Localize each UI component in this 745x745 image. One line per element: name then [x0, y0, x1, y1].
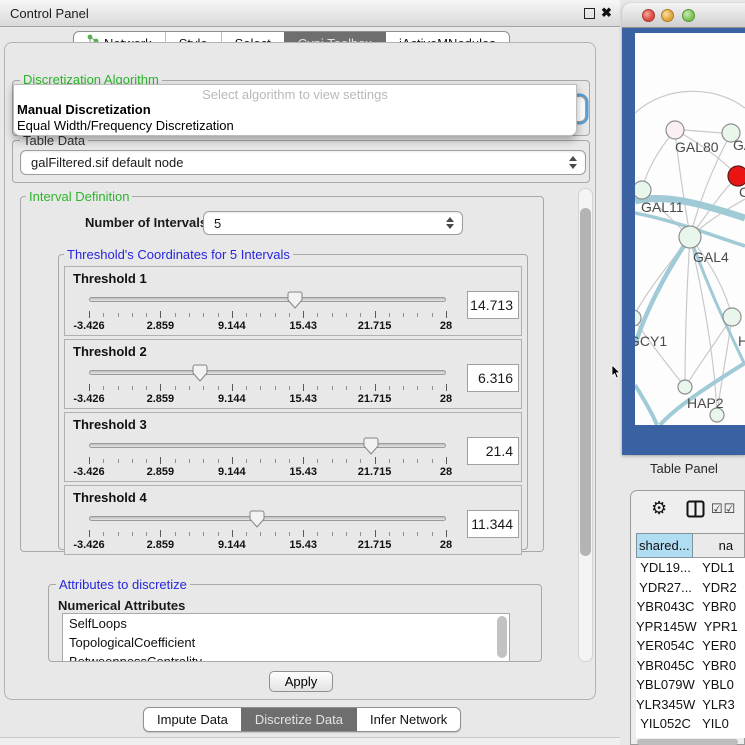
tab-impute-data[interactable]: Impute Data — [144, 708, 241, 731]
list-scrollbar-thumb[interactable] — [497, 616, 507, 658]
slider-track[interactable] — [89, 443, 446, 448]
table-row[interactable]: YPR145WYPR1 — [636, 617, 745, 637]
number-of-intervals-label: Number of Intervals — [85, 215, 207, 230]
slider-tick-labels: -3.4262.8599.14415.4321.71528 — [89, 539, 446, 551]
threshold-3-panel: Threshold 3 -3.4262.8599.14415.4321.7152… — [64, 412, 522, 482]
threshold-3-slider[interactable]: -3.4262.8599.14415.4321.71528 — [89, 437, 446, 479]
bottom-tabbar: Impute Data Discretize Data Infer Networ… — [143, 707, 461, 732]
tab-infer-network[interactable]: Infer Network — [356, 708, 460, 731]
slider-track[interactable] — [89, 297, 446, 302]
slider-ticks — [89, 384, 446, 392]
threshold-4-panel: Threshold 4 -3.4262.8599.14415.4321.7152… — [64, 485, 522, 555]
node-label: C — [739, 184, 745, 200]
algorithm-dropdown-popup: Select algorithm to view settings Manual… — [13, 84, 577, 136]
number-of-intervals-combobox[interactable]: 5 — [203, 211, 463, 235]
slider-thumb[interactable] — [363, 437, 379, 455]
slider-track[interactable] — [89, 370, 446, 375]
horizontal-scrollbar-thumb[interactable] — [637, 739, 738, 745]
threshold-4-slider[interactable]: -3.4262.8599.14415.4321.71528 — [89, 510, 446, 552]
thresholds-group-title: Threshold's Coordinates for 5 Intervals — [64, 247, 293, 262]
column-header-name[interactable]: na — [693, 533, 745, 558]
node-attribute-table[interactable]: shared... na YDL19...YDL1 YDR27...YDR2 Y… — [636, 533, 745, 738]
slider-tick-labels: -3.4262.8599.14415.4321.71528 — [89, 320, 446, 332]
network-view-window[interactable]: GAL80 GAL C GAL11 GAL4 GCY1 HA HAP2 — [622, 3, 745, 455]
node-gal11[interactable] — [635, 181, 651, 199]
control-panel-title: Control Panel — [10, 6, 89, 21]
gear-icon[interactable]: ⚙ — [651, 498, 667, 519]
node-h[interactable] — [723, 308, 741, 326]
popup-placeholder-text: Select algorithm to view settings — [14, 87, 576, 102]
slider-ticks — [89, 457, 446, 465]
minimize-traffic-light-icon[interactable] — [661, 9, 674, 22]
attributes-list[interactable]: SelfLoops TopologicalCoefficient Between… — [62, 613, 510, 662]
table-row[interactable]: YBL079WYBL0 — [636, 675, 745, 695]
node-label: GCY1 — [635, 333, 667, 349]
node-label: HAP2 — [687, 395, 724, 411]
node-gcy1[interactable] — [635, 310, 641, 326]
threshold-1-panel: Threshold 1 -3.4262.8599.14415.4321.7152… — [64, 266, 522, 336]
control-panel-titlebar — [0, 0, 620, 27]
float-window-icon[interactable] — [584, 8, 595, 19]
table-row[interactable]: YBR043CYBR0 — [636, 597, 745, 617]
table-row[interactable]: YDR27...YDR2 — [636, 578, 745, 598]
table-row[interactable]: YDL19...YDL1 — [636, 558, 745, 578]
mouse-cursor — [611, 365, 621, 384]
stepper-arrows-icon — [445, 212, 455, 234]
node-hap2[interactable] — [678, 380, 692, 394]
bottom-strip — [0, 737, 620, 745]
slider-thumb[interactable] — [192, 364, 208, 382]
column-header-shared-name[interactable]: shared... — [636, 533, 693, 558]
node-label: GAL11 — [641, 199, 684, 215]
node-gal4[interactable] — [679, 226, 701, 248]
table-header-row: shared... na — [636, 533, 745, 558]
attributes-group-title: Attributes to discretize — [56, 577, 190, 592]
network-canvas[interactable]: GAL80 GAL C GAL11 GAL4 GCY1 HA HAP2 — [635, 33, 745, 425]
threshold-1-slider[interactable]: -3.4262.8599.14415.4321.71528 — [89, 291, 446, 333]
threshold-3-value[interactable]: 21.4 — [467, 437, 519, 465]
threshold-2-slider[interactable]: -3.4262.8599.14415.4321.71528 — [89, 364, 446, 406]
node-label: GAL80 — [675, 139, 719, 155]
list-item[interactable]: SelfLoops — [63, 614, 509, 633]
threshold-2-panel: Threshold 2 -3.4262.8599.14415.4321.7152… — [64, 339, 522, 409]
node-label: HA — [738, 333, 745, 349]
interval-definition-title: Interval Definition — [26, 189, 132, 204]
numerical-attributes-label: Numerical Attributes — [58, 598, 185, 613]
slider-track[interactable] — [89, 516, 446, 521]
slider-thumb[interactable] — [249, 510, 265, 528]
list-item[interactable]: TopologicalCoefficient — [63, 633, 509, 652]
list-item[interactable]: BetweennessCentrality — [63, 652, 509, 662]
vertical-scrollbar-thumb[interactable] — [580, 208, 591, 556]
apply-button[interactable]: Apply — [269, 671, 333, 692]
node-gal80[interactable] — [666, 121, 684, 139]
table-row[interactable]: YER054CYER0 — [636, 636, 745, 656]
node-red[interactable] — [728, 166, 745, 186]
network-window-titlebar — [622, 3, 745, 28]
popup-item-manual-discretization[interactable]: Manual Discretization — [14, 102, 576, 118]
slider-ticks — [89, 530, 446, 538]
close-traffic-light-icon[interactable] — [642, 9, 655, 22]
close-icon[interactable]: ✖ — [601, 5, 612, 21]
slider-ticks — [89, 311, 446, 319]
network-nodes[interactable] — [635, 121, 745, 422]
table-row[interactable]: YIL052CYIL0 — [636, 714, 745, 734]
popup-item-equal-width-frequency[interactable]: Equal Width/Frequency Discretization — [14, 118, 576, 134]
tab-discretize-data[interactable]: Discretize Data — [241, 708, 356, 731]
node-label: GAL — [733, 137, 745, 153]
checkbox-icons[interactable]: ☑☑ — [711, 501, 736, 517]
slider-tick-labels: -3.4262.8599.14415.4321.71528 — [89, 466, 446, 478]
threshold-4-value[interactable]: 11.344 — [467, 510, 519, 538]
table-row[interactable]: YBR045CYBR0 — [636, 656, 745, 676]
table-panel-title: Table Panel — [650, 461, 718, 476]
threshold-1-value[interactable]: 14.713 — [467, 291, 519, 319]
node-label: GAL4 — [693, 249, 729, 265]
stepper-arrows-icon — [568, 151, 578, 174]
threshold-2-value[interactable]: 6.316 — [467, 364, 519, 392]
slider-tick-labels: -3.4262.8599.14415.4321.71528 — [89, 393, 446, 405]
table-row[interactable]: YLR345WYLR3 — [636, 695, 745, 715]
zoom-traffic-light-icon[interactable] — [682, 9, 695, 22]
split-columns-icon[interactable] — [686, 500, 705, 523]
slider-thumb[interactable] — [287, 291, 303, 309]
table-data-combobox[interactable]: galFiltered.sif default node — [20, 150, 586, 175]
